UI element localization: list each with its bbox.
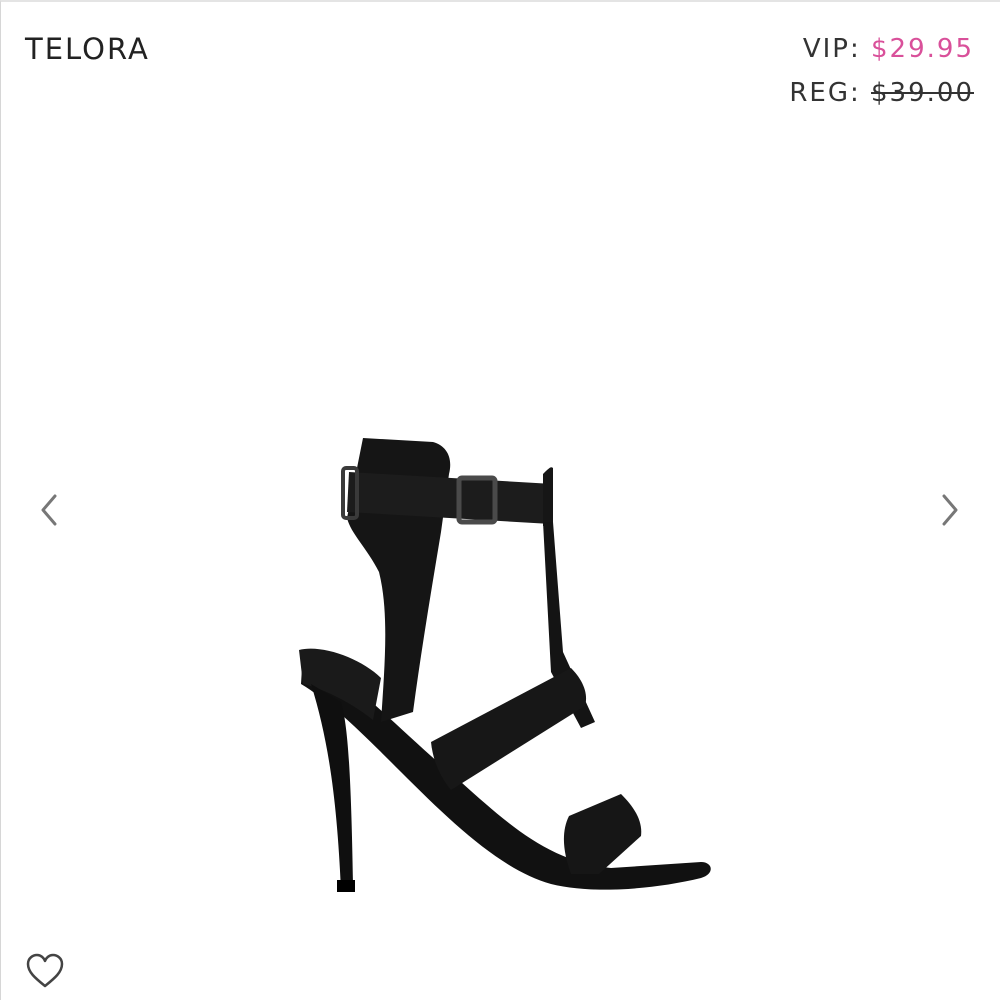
vip-label: VIP: xyxy=(802,34,861,64)
product-name: TELORA xyxy=(25,32,150,66)
product-page: TELORA VIP: $29.95 REG: $39.00 xyxy=(0,0,1000,1000)
reg-price-row: REG: $39.00 xyxy=(789,74,974,118)
reg-label: REG: xyxy=(789,78,861,108)
previous-image-button[interactable] xyxy=(35,490,65,530)
product-image xyxy=(299,438,711,892)
next-image-button[interactable] xyxy=(934,490,964,530)
favorite-button[interactable] xyxy=(25,952,65,990)
chevron-right-icon xyxy=(942,494,958,526)
vip-price-row: VIP: $29.95 xyxy=(789,30,974,74)
heart-outline-icon xyxy=(26,953,64,988)
reg-price: $39.00 xyxy=(871,78,974,108)
vip-price: $29.95 xyxy=(871,34,974,64)
price-block: VIP: $29.95 REG: $39.00 xyxy=(789,30,974,118)
chevron-left-icon xyxy=(41,494,57,526)
